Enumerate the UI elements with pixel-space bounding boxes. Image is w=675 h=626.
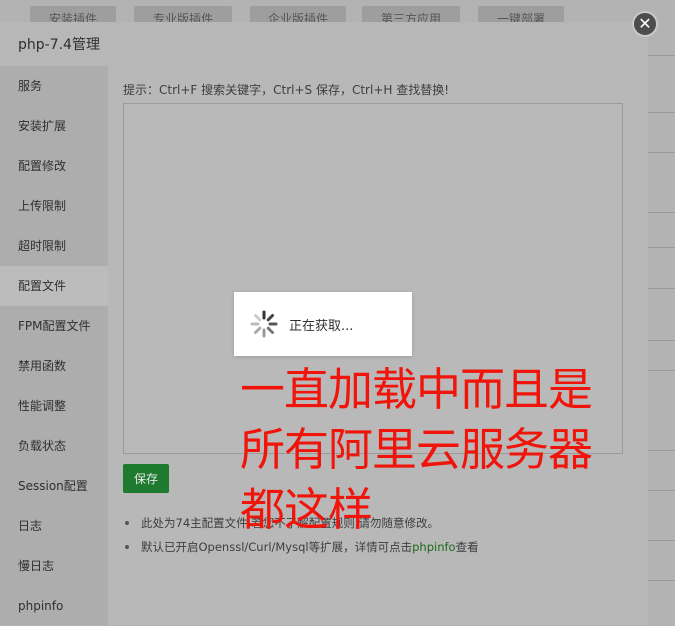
sidebar-item-config-modify[interactable]: 配置修改 [0,146,108,186]
sidebar-item-performance[interactable]: 性能调整 [0,386,108,426]
sidebar-item-slow-log[interactable]: 慢日志 [0,546,108,586]
dialog-title: php-7.4管理 [18,37,100,53]
annotation-line: 所有阿里云服务器 [240,423,593,476]
loading-text: 正在获取... [289,318,354,334]
sidebar-item-phpinfo[interactable]: phpinfo [0,586,108,626]
sidebar-item-upload-limit[interactable]: 上传限制 [0,186,108,226]
sidebar-item-config-file[interactable]: 配置文件 [0,266,108,306]
note-suffix: 查看 [455,540,479,554]
annotation-line: 都这样 [240,483,373,536]
sidebar-item-disabled-functions[interactable]: 禁用函数 [0,346,108,386]
loading-popup: 正在获取... [234,292,412,356]
sidebar-item-session-config[interactable]: Session配置 [0,466,108,506]
sidebar-item-fpm-config[interactable]: FPM配置文件 [0,306,108,346]
annotation-text: 一直加载中而且是 所有阿里云服务器 都这样 [240,360,660,540]
spinner-icon [250,310,278,338]
sidebar-item-load-status[interactable]: 负载状态 [0,426,108,466]
close-icon[interactable]: ✕ [632,11,658,37]
sidebar-item-log[interactable]: 日志 [0,506,108,546]
sidebar-item-timeout-limit[interactable]: 超时限制 [0,226,108,266]
annotation-line: 一直加载中而且是 [240,363,593,416]
save-button[interactable]: 保存 [123,464,169,493]
dialog-sidebar: 服务 安装扩展 配置修改 上传限制 超时限制 配置文件 FPM配置文件 禁用函数… [0,66,108,625]
sidebar-item-service[interactable]: 服务 [0,66,108,106]
sidebar-item-install-extension[interactable]: 安装扩展 [0,106,108,146]
shortcut-hint: 提示：Ctrl+F 搜索关键字，Ctrl+S 保存，Ctrl+H 查找替换! [123,83,450,97]
phpinfo-link[interactable]: phpinfo [412,540,455,554]
dialog-header: php-7.4管理 [0,22,648,67]
note-prefix: 默认已开启Openssl/Curl/Mysql等扩展，详情可点击 [141,540,413,554]
